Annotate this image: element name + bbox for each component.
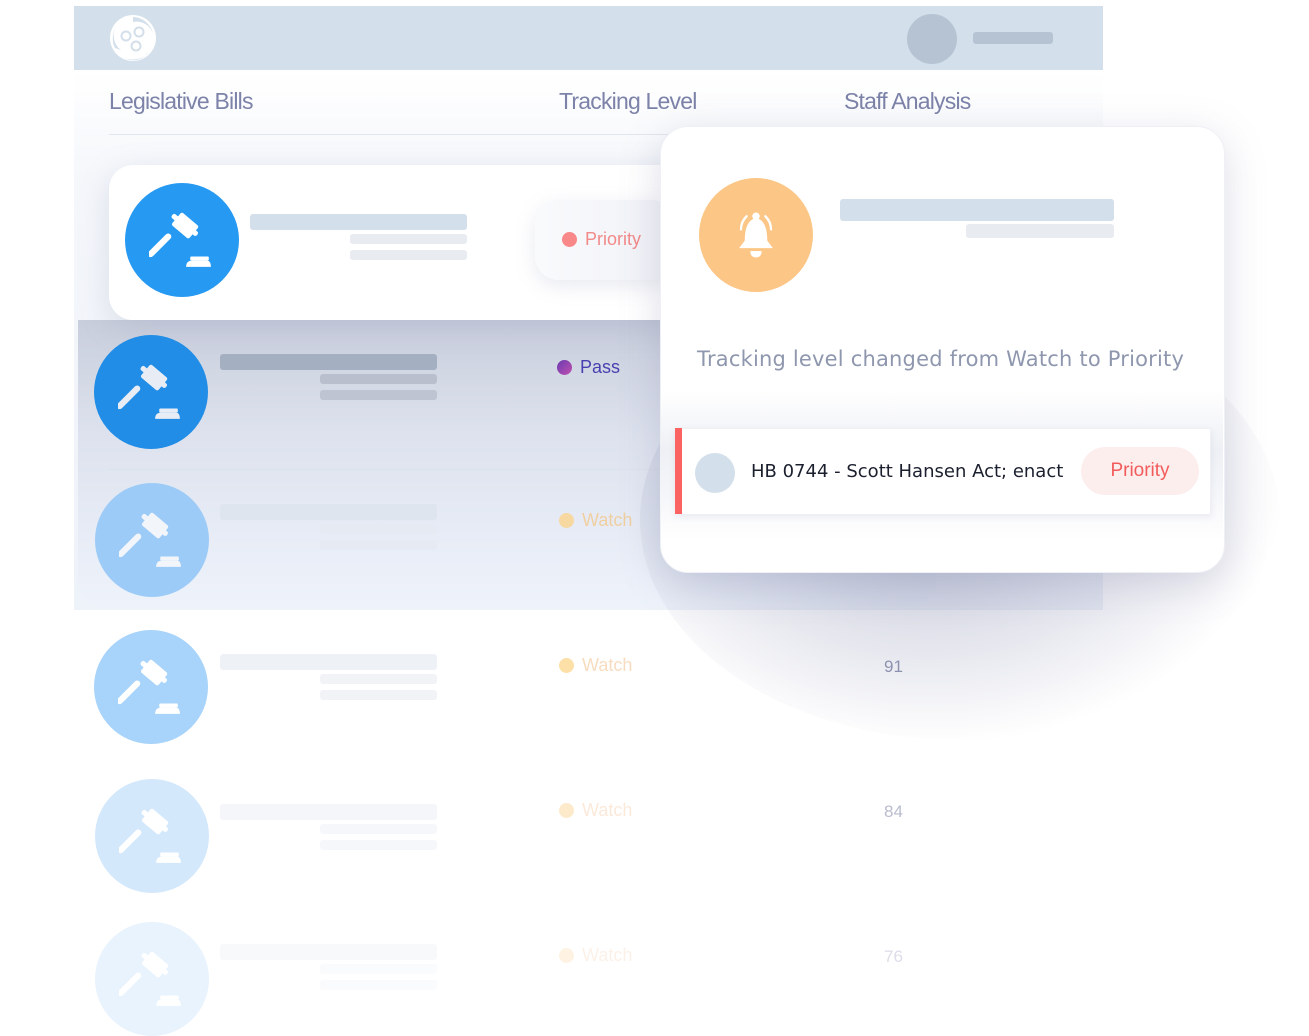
bill-meta-placeholder — [320, 390, 437, 400]
notification-avatar — [695, 453, 735, 493]
bill-title-placeholder — [220, 504, 437, 520]
status-label: Watch — [582, 655, 633, 675]
bill-meta-placeholder — [320, 980, 437, 990]
bill-subtitle-placeholder — [320, 964, 437, 974]
column-header-staff-analysis[interactable]: Staff Analysis — [844, 88, 971, 115]
status-label: Priority — [585, 229, 642, 249]
status-label: Watch — [582, 945, 633, 965]
bill-avatar — [95, 483, 209, 597]
app-logo-icon[interactable] — [109, 14, 157, 62]
status-dot — [562, 232, 577, 247]
header-divider — [109, 134, 669, 135]
gavel-icon — [149, 212, 211, 267]
tracking-level-status[interactable]: Pass — [557, 357, 620, 378]
gavel-icon — [118, 659, 180, 714]
tracking-level-status[interactable]: Watch — [559, 800, 632, 821]
bill-avatar — [94, 630, 208, 744]
bill-subtitle-placeholder — [320, 674, 437, 684]
bill-title-placeholder — [220, 654, 437, 670]
bill-meta-placeholder — [320, 540, 437, 550]
user-avatar[interactable] — [907, 14, 957, 64]
tracking-level-status[interactable]: Watch — [559, 510, 632, 531]
status-label: Watch — [582, 510, 633, 530]
column-header-legislative-bills[interactable]: Legislative Bills — [109, 88, 253, 115]
bill-meta-placeholder — [350, 250, 467, 260]
bell-icon — [739, 212, 773, 258]
bill-title-placeholder — [220, 804, 437, 820]
gavel-icon — [119, 808, 181, 863]
bill-subtitle-placeholder — [320, 824, 437, 834]
notification-bill-title[interactable]: HB 0744 - Scott Hansen Act; enact — [751, 461, 1063, 482]
bill-avatar — [94, 335, 208, 449]
bill-subtitle-placeholder — [320, 524, 437, 534]
column-header-tracking-level[interactable]: Tracking Level — [559, 88, 697, 115]
tracking-level-status[interactable]: Watch — [559, 655, 632, 676]
bill-meta-placeholder — [320, 840, 437, 850]
bell-avatar — [699, 178, 813, 292]
bill-title-placeholder — [220, 354, 437, 370]
status-label: Watch — [582, 800, 633, 820]
staff-analysis-score: 76 — [884, 947, 903, 966]
user-name-placeholder[interactable] — [973, 32, 1053, 44]
bill-avatar — [95, 779, 209, 893]
notification-title-placeholder — [840, 199, 1114, 221]
notification-subtitle-placeholder — [966, 224, 1114, 238]
status-dot — [559, 513, 574, 528]
bill-title-placeholder — [220, 944, 437, 960]
status-dot — [559, 658, 574, 673]
notification-message: Tracking level changed from Watch to Pri… — [697, 347, 1185, 371]
tracking-level-status[interactable]: Priority — [562, 229, 641, 250]
row-divider — [109, 469, 669, 470]
bill-subtitle-placeholder — [350, 234, 467, 244]
bill-avatar — [95, 922, 209, 1036]
tracking-level-status[interactable]: Watch — [559, 945, 632, 966]
bill-meta-placeholder — [320, 690, 437, 700]
status-dot — [559, 803, 574, 818]
bill-title-placeholder — [250, 214, 467, 230]
bill-avatar — [125, 183, 239, 297]
priority-badge[interactable]: Priority — [1081, 447, 1199, 495]
gavel-icon — [119, 951, 181, 1006]
notification-accent-bar — [675, 428, 682, 514]
staff-analysis-score: 91 — [884, 657, 903, 676]
bill-subtitle-placeholder — [320, 374, 437, 384]
status-label: Pass — [580, 357, 621, 377]
gavel-icon — [118, 364, 180, 419]
status-dot — [559, 948, 574, 963]
staff-analysis-score: 84 — [884, 802, 903, 821]
status-dot — [557, 360, 572, 375]
gavel-icon — [119, 512, 181, 567]
